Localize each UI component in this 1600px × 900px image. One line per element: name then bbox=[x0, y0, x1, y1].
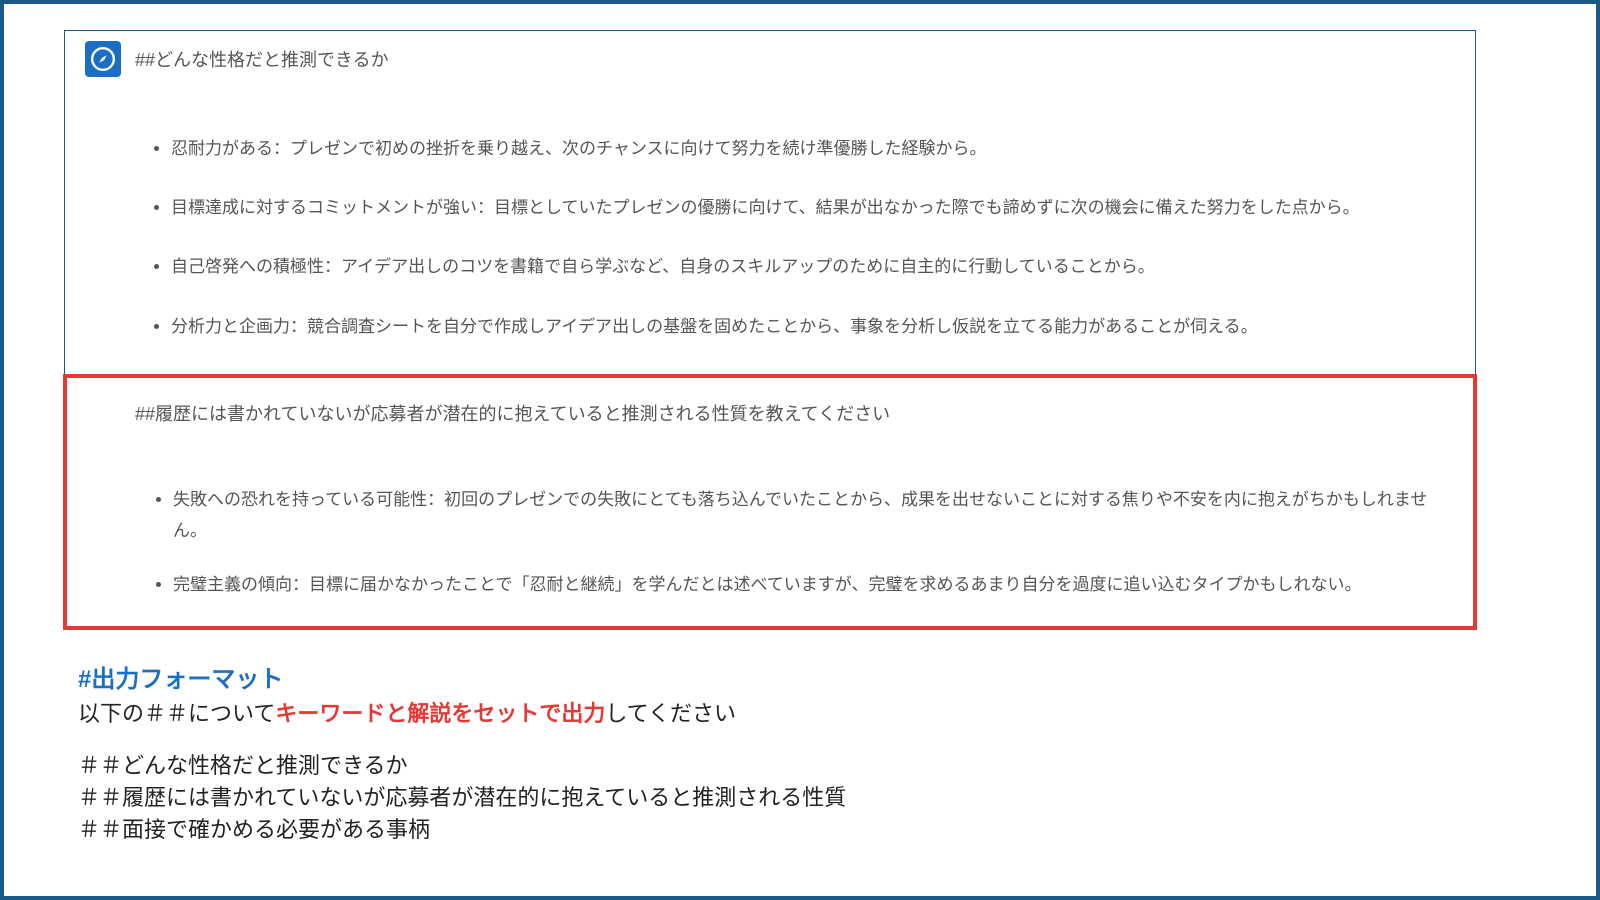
format-item: ＃＃面接で確かめる必要がある事柄 bbox=[78, 814, 1596, 846]
section-latent-traits: ##履歴には書かれていないが応募者が潜在的に抱えていると推測される性質を教えてく… bbox=[63, 374, 1477, 630]
list-item: 失敗への恐れを持っている可能性：初回のプレゼンでの失敗にとても落ち込んでいたこと… bbox=[173, 484, 1453, 547]
section2-title: ##履歴には書かれていないが応募者が潜在的に抱えていると推測される性質を教えてく… bbox=[135, 400, 1453, 426]
output-format-instruction: 以下の＃＃についてキーワードと解説をセットで出力してください bbox=[78, 698, 1596, 730]
section1-list: 忍耐力がある：プレゼンで初めの挫折を乗り越え、次のチャンスに向けて努力を続け準優… bbox=[171, 135, 1455, 340]
compass-icon bbox=[85, 41, 121, 77]
list-item: 完璧主義の傾向：目標に届かなかったことで「忍耐と継続」を学んだとは述べていますが… bbox=[173, 569, 1453, 600]
output-format-items: ＃＃どんな性格だと推測できるか ＃＃履歴には書かれていないが応募者が潜在的に抱え… bbox=[78, 750, 1596, 846]
instruction-keyword: キーワードと解説をセットで出力 bbox=[275, 701, 605, 726]
section1-title: ##どんな性格だと推測できるか bbox=[135, 46, 389, 72]
section-header: ##どんな性格だと推測できるか bbox=[85, 41, 1455, 77]
instruction-suffix: してください bbox=[605, 701, 736, 726]
main-panel: ##どんな性格だと推測できるか 忍耐力がある：プレゼンで初めの挫折を乗り越え、次… bbox=[64, 30, 1476, 629]
format-item: ＃＃履歴には書かれていないが応募者が潜在的に抱えていると推測される性質 bbox=[78, 782, 1596, 814]
output-format-section: #出力フォーマット 以下の＃＃についてキーワードと解説をセットで出力してください… bbox=[78, 663, 1596, 845]
format-item: ＃＃どんな性格だと推測できるか bbox=[78, 750, 1596, 782]
section-personality: ##どんな性格だと推測できるか 忍耐力がある：プレゼンで初めの挫折を乗り越え、次… bbox=[65, 31, 1475, 374]
output-format-heading: #出力フォーマット bbox=[78, 663, 1596, 698]
list-item: 忍耐力がある：プレゼンで初めの挫折を乗り越え、次のチャンスに向けて努力を続け準優… bbox=[171, 135, 1455, 162]
list-item: 目標達成に対するコミットメントが強い：目標としていたプレゼンの優勝に向けて、結果… bbox=[171, 194, 1455, 221]
section2-list: 失敗への恐れを持っている可能性：初回のプレゼンでの失敗にとても落ち込んでいたこと… bbox=[173, 484, 1453, 600]
list-item: 分析力と企画力：競合調査シートを自分で作成しアイデア出しの基盤を固めたことから、… bbox=[171, 313, 1455, 340]
instruction-prefix: 以下の＃＃について bbox=[78, 701, 275, 726]
list-item: 自己啓発への積極性：アイデア出しのコツを書籍で自ら学ぶなど、自身のスキルアップの… bbox=[171, 253, 1455, 280]
